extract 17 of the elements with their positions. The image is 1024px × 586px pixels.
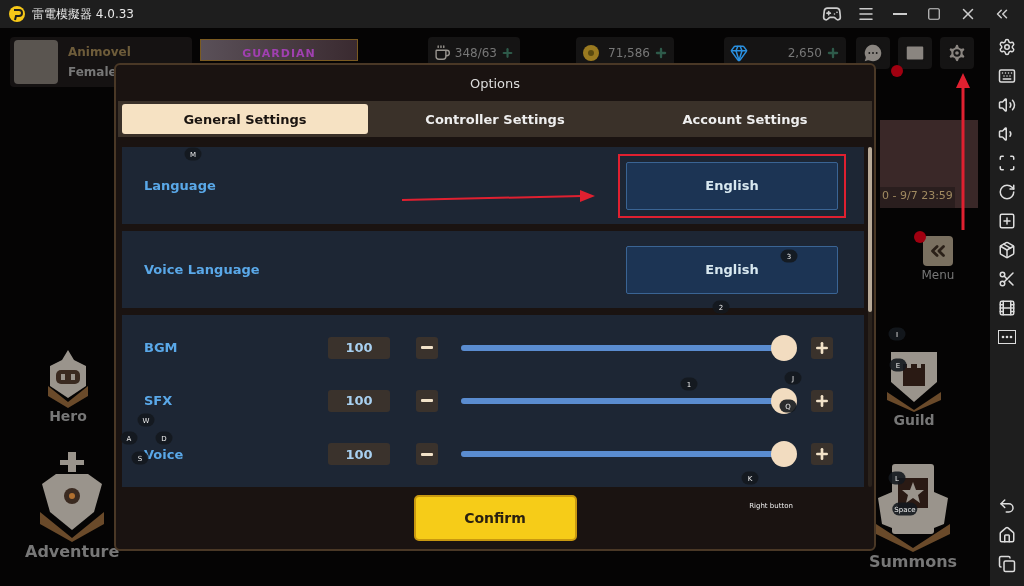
volume-value: 100 [328, 390, 390, 412]
setting-label: Voice [144, 446, 184, 462]
setting-label: Language [144, 178, 216, 193]
banner-title: GUARDIAN [242, 47, 316, 60]
resource-value: 348/63 [454, 46, 497, 60]
resource-value: 2,650 [786, 46, 822, 60]
resource-value: 71,586 [607, 46, 650, 60]
player-subtitle: Female [68, 65, 118, 79]
setting-label: Voice Language [144, 262, 260, 277]
volume-value: 100 [328, 443, 390, 466]
setting-label: BGM [144, 340, 178, 356]
event-date: 0 - 9/7 23:59 [880, 187, 955, 208]
setting-label: SFX [144, 393, 173, 409]
dialog-title: Options [469, 74, 521, 93]
player-name: Animovel [68, 45, 131, 59]
volume-value: 100 [328, 336, 390, 359]
window-title: 雷電模擬器 4.0.33 [32, 5, 135, 23]
